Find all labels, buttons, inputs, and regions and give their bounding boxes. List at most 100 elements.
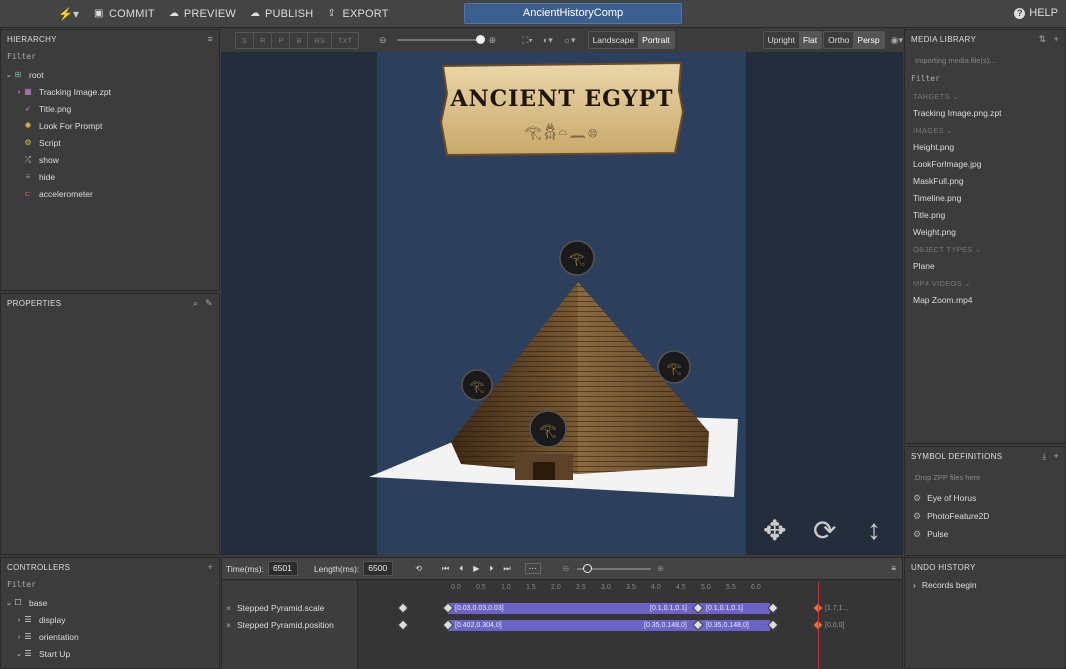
help-button[interactable]: ? HELP (1014, 7, 1058, 19)
section-object-types[interactable]: OBJECT TYPES ⌄ (905, 241, 1065, 258)
media-item[interactable]: Timeline.png (905, 190, 1065, 207)
edit-icon[interactable]: ✎ (205, 298, 213, 309)
controller-start-up[interactable]: ⌄ ☰ Start Up (1, 645, 219, 662)
scene-viewport[interactable]: 𓂀 𓂀 𓂀 𓂀 ANCIENT EGYPT 𓂀𓆣𓏏𓈖𓊖 ✥ ⟳ ↕ (221, 52, 903, 555)
media-filter[interactable]: Filter (911, 72, 1059, 86)
time-input[interactable]: 6501 (267, 561, 298, 576)
section-targets[interactable]: TARGETS ⌄ (905, 88, 1065, 105)
menu-icon[interactable]: ≡ (207, 34, 213, 44)
tree-item-accelerometer[interactable]: ⊏ accelerometer (1, 185, 219, 202)
portrait-button[interactable]: Portrait (638, 32, 674, 48)
chevron-down-icon[interactable]: ⌄ (5, 70, 13, 79)
tree-item-script[interactable]: ⚙ Script (1, 134, 219, 151)
download-icon[interactable]: ⤓ (1042, 451, 1046, 462)
transform-mode-b[interactable]: B (290, 32, 309, 48)
search-icon[interactable]: ⌕ (193, 298, 198, 309)
eye-of-horus-symbol-left[interactable]: 𓂀 (461, 369, 493, 401)
eye-of-horus-symbol-top[interactable]: 𓂀 (559, 240, 595, 276)
close-icon[interactable]: × (226, 620, 231, 630)
symbol-item[interactable]: ⚙ Eye of Horus (905, 489, 1065, 507)
persp-button[interactable]: Persp (853, 32, 884, 48)
hierarchy-filter[interactable]: Filter (7, 50, 213, 64)
skip-start-icon[interactable]: ⏮ (442, 564, 449, 574)
timeline-ruler[interactable]: 0.0 0.5 1.0 1.5 2.0 2.5 3.0 3.5 4.0 4.5 … (447, 584, 902, 598)
transform-mode-s[interactable]: S (236, 32, 255, 48)
tree-item-tracking-image[interactable]: › ▦ Tracking Image.zpt (1, 83, 219, 100)
publish-button[interactable]: ☁ PUBLISH (250, 8, 313, 20)
controllers-filter[interactable]: Filter (7, 578, 213, 592)
controller-orientation[interactable]: › ☰ orientation (1, 628, 219, 645)
sort-icon[interactable]: ⇅ (1039, 34, 1047, 45)
controller-display[interactable]: › ☰ display (1, 611, 219, 628)
transform-mode-p[interactable]: P (272, 32, 291, 48)
upright-button[interactable]: Upright (764, 32, 799, 48)
bulb-dropdown-icon[interactable]: ☼▾ (563, 35, 576, 46)
eye-of-horus-symbol-front[interactable]: 𓂀 (529, 410, 567, 448)
tree-item-hide[interactable]: ≡ hide (1, 168, 219, 185)
zoom-in-icon[interactable]: ⊕ (657, 564, 664, 573)
transform-mode-txt[interactable]: TXT (332, 33, 358, 48)
close-icon[interactable]: × (226, 603, 231, 613)
controller-base[interactable]: ⌄ ☐ base (1, 594, 219, 611)
playhead[interactable] (818, 582, 819, 669)
add-icon[interactable]: + (1053, 34, 1059, 45)
scale-gizmo-icon[interactable]: ↕ (867, 514, 881, 546)
keyframe[interactable] (397, 619, 409, 631)
composition-title[interactable]: AncientHistoryComp (464, 3, 682, 24)
step-back-icon[interactable]: ⏴ (459, 564, 463, 574)
transform-mode-rs[interactable]: RS (308, 32, 332, 48)
zoom-slider-handle[interactable] (475, 35, 485, 44)
media-item[interactable]: Weight.png (905, 224, 1065, 241)
light-dropdown-icon[interactable]: ◐▾ (543, 35, 553, 46)
rotate-gizmo-icon[interactable]: ⟳ (813, 514, 836, 547)
zoom-in-icon[interactable]: ⊕ (489, 35, 497, 46)
tree-item-show[interactable]: ⤮ show (1, 151, 219, 168)
flat-button[interactable]: Flat (798, 32, 822, 48)
length-input[interactable]: 6500 (363, 561, 394, 576)
media-item[interactable]: Tracking Image.png.zpt (905, 105, 1065, 122)
media-item[interactable]: MaskFull.png (905, 173, 1065, 190)
media-item[interactable]: Title.png (905, 207, 1065, 224)
media-item[interactable]: Plane (905, 258, 1065, 275)
eye-of-horus-symbol-right[interactable]: 𓂀 (657, 350, 691, 384)
timeline-zoom-slider[interactable] (577, 563, 652, 573)
symbol-item[interactable]: ⚙ Pulse (905, 525, 1065, 543)
preview-button[interactable]: ☁ PREVIEW (169, 8, 236, 20)
zoom-slider[interactable] (396, 35, 485, 44)
eye-dropdown-icon[interactable]: ◉▾ (891, 35, 903, 46)
move-gizmo-icon[interactable]: ✥ (763, 514, 786, 547)
commit-button[interactable]: ▣ COMMIT (94, 8, 155, 20)
media-item[interactable]: Map Zoom.mp4 (905, 292, 1065, 309)
add-icon[interactable]: + (1053, 451, 1059, 462)
section-images[interactable]: IMAGES ⌄ (905, 122, 1065, 139)
chevron-right-icon[interactable]: › (15, 615, 23, 624)
snap-toggle[interactable]: ⋯ (524, 563, 541, 574)
transform-mode-r[interactable]: R (254, 32, 273, 48)
tree-item-title[interactable]: ➶ Title.png (1, 100, 219, 117)
undo-item[interactable]: › Records begin (905, 576, 1065, 594)
skip-end-icon[interactable]: ⏭ (503, 564, 510, 574)
chevron-down-icon[interactable]: ⌄ (15, 649, 23, 658)
ortho-button[interactable]: Ortho (824, 32, 853, 48)
symbols-drop-zone[interactable]: Drop ZPP files here (911, 469, 1059, 487)
chevron-down-icon[interactable]: ⌄ (5, 598, 13, 607)
menu-icon[interactable]: ≡ (891, 564, 896, 573)
camera-dropdown-icon[interactable]: ⛶▾ (522, 35, 533, 46)
media-item[interactable]: LookForImage.jpg (905, 156, 1065, 173)
track-row[interactable]: × Stepped Pyramid.scale [0.03,0.03,0.03] … (222, 600, 902, 617)
zoom-out-icon[interactable]: ⊖ (563, 564, 570, 573)
timeline-zoom-handle[interactable] (583, 563, 593, 573)
tree-item-look-for-prompt[interactable]: ✺ Look For Prompt (1, 117, 219, 134)
chevron-right-icon[interactable]: › (15, 632, 23, 641)
chevron-right-icon[interactable]: › (15, 87, 23, 96)
tree-item-root[interactable]: ⌄ ⊞ root (1, 66, 219, 83)
step-forward-icon[interactable]: ⏵ (489, 564, 493, 574)
track-row[interactable]: × Stepped Pyramid.position [0.402,0.304,0… (222, 617, 902, 634)
zoom-out-icon[interactable]: ⊖ (379, 35, 387, 46)
logo-icon[interactable]: ⚡▾ (58, 7, 80, 21)
media-item[interactable]: Height.png (905, 139, 1065, 156)
symbol-item[interactable]: ⚙ PhotoFeature2D (905, 507, 1065, 525)
loop-icon[interactable]: ⟲ (415, 564, 422, 573)
add-icon[interactable]: + (207, 562, 213, 572)
section-mp4-videos[interactable]: MP4 VIDEOS ⌄ (905, 275, 1065, 292)
